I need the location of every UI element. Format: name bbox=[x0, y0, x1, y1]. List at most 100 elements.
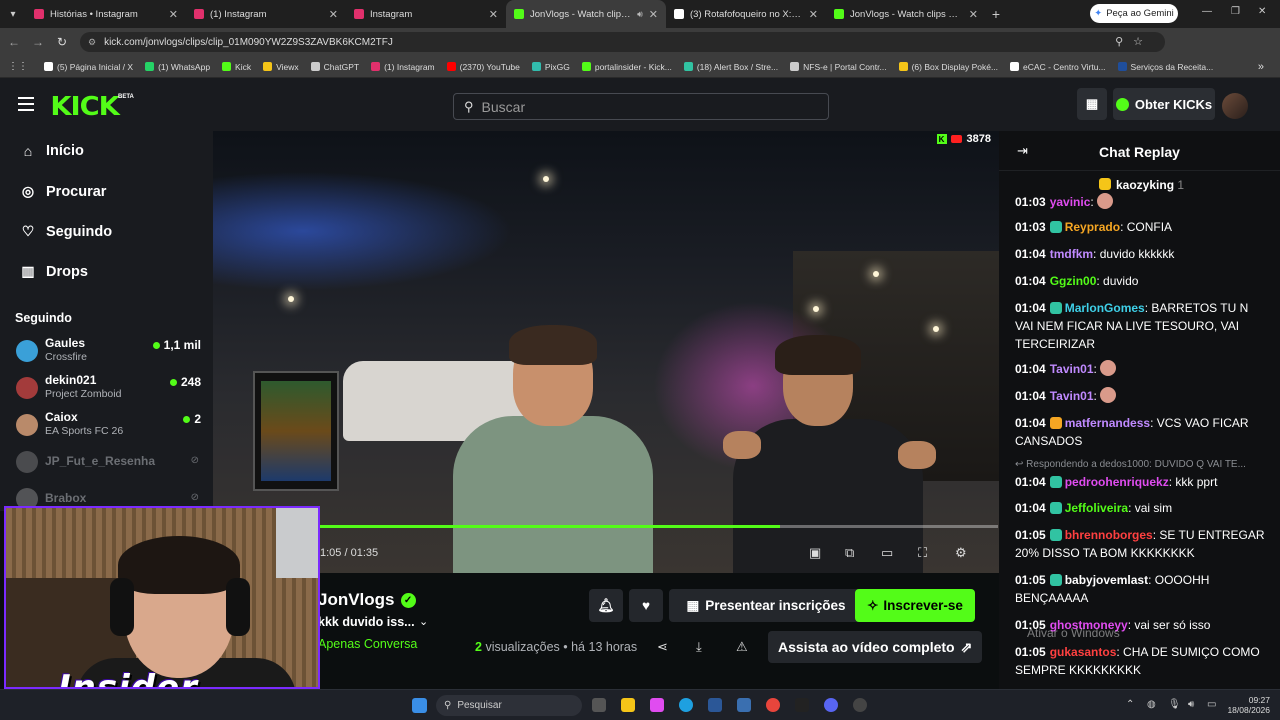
chat-username[interactable]: tmdfkm bbox=[1050, 247, 1093, 261]
bookmark-item[interactable]: (2370) YouTube bbox=[446, 62, 520, 72]
bookmark-item[interactable]: ChatGPT bbox=[310, 62, 359, 72]
back-button[interactable]: ← bbox=[2, 35, 26, 49]
close-tab-icon[interactable]: ✕ bbox=[649, 8, 658, 21]
copilot-icon[interactable] bbox=[650, 698, 664, 712]
chat-username[interactable]: babyjovemlast bbox=[1065, 573, 1148, 587]
minimize-button[interactable]: — bbox=[1202, 6, 1212, 17]
browser-tab[interactable]: (1) Instagram ✕ bbox=[186, 0, 346, 28]
chat-username[interactable]: Reyprado bbox=[1065, 220, 1120, 234]
bookmark-item[interactable]: eCAC - Centro Virtu... bbox=[1010, 62, 1106, 72]
store-icon[interactable] bbox=[708, 698, 722, 712]
sidebar-nav-item[interactable]: ⌂ Início bbox=[20, 143, 84, 159]
bookmark-item[interactable]: portalinsider - Kick... bbox=[581, 62, 672, 72]
chat-username[interactable]: Tavin01 bbox=[1050, 389, 1094, 403]
settings-icon[interactable]: ⚙ bbox=[955, 545, 967, 561]
video-player[interactable]: K 3878 1:05 / 01:35 ▣ ⧉ ▭ ⛶ ⚙ bbox=[213, 131, 999, 573]
browser-tab[interactable]: Instagram ✕ bbox=[346, 0, 506, 28]
edge-icon[interactable] bbox=[679, 698, 693, 712]
clip-category[interactable]: Apenas Conversa bbox=[318, 637, 417, 651]
bookmark-item[interactable]: (1) WhatsApp bbox=[145, 62, 210, 72]
chrome-icon[interactable] bbox=[766, 698, 780, 712]
chat-username[interactable]: pedroohenriquekz bbox=[1065, 475, 1169, 489]
more-bookmarks-icon[interactable]: » bbox=[1258, 61, 1264, 73]
close-tab-icon[interactable]: ✕ bbox=[969, 8, 978, 21]
sidebar-nav-item[interactable]: ▥ Drops bbox=[20, 263, 88, 280]
network-icon[interactable]: ◍ bbox=[1147, 699, 1156, 710]
chat-username[interactable]: yavinic bbox=[1050, 195, 1091, 209]
chat-username[interactable]: gukasantos bbox=[1050, 645, 1117, 659]
video-progress-bar[interactable] bbox=[318, 525, 998, 528]
chat-username[interactable]: bhrennoborges bbox=[1065, 528, 1153, 542]
bookmark-item[interactable]: Kick bbox=[222, 62, 251, 72]
tray-chevron-icon[interactable]: ⌃ bbox=[1126, 699, 1134, 710]
close-tab-icon[interactable]: ✕ bbox=[489, 8, 498, 21]
task-view-icon[interactable] bbox=[592, 698, 606, 712]
close-tab-icon[interactable]: ✕ bbox=[169, 8, 178, 21]
pinned-gifter[interactable]: kaozyking 1 bbox=[1099, 178, 1184, 192]
bookmark-item[interactable]: (6) Box Display Poké... bbox=[898, 62, 998, 72]
followed-channel[interactable]: Caiox EA Sports FC 26 2 bbox=[16, 410, 201, 446]
windows-start-icon[interactable] bbox=[412, 698, 427, 713]
kick-logo[interactable]: KICK bbox=[50, 92, 119, 122]
reload-button[interactable]: ↻ bbox=[50, 35, 74, 49]
obs-icon[interactable] bbox=[853, 698, 867, 712]
browser-tab[interactable]: JonVlogs - Watch clips on Kick ✕ bbox=[826, 0, 986, 28]
mail-icon[interactable] bbox=[737, 698, 751, 712]
chat-username[interactable]: Jeffoliveira bbox=[1065, 501, 1128, 515]
gemini-button[interactable]: ✦ Peça ao Gemini bbox=[1090, 4, 1178, 23]
chat-username[interactable]: MarlonGomes bbox=[1065, 301, 1145, 315]
file-explorer-icon[interactable] bbox=[621, 698, 635, 712]
subscribe-button[interactable]: ✧ Inscrever-se bbox=[855, 589, 975, 622]
forward-button[interactable]: → bbox=[26, 35, 50, 49]
captions-icon[interactable]: ▭ bbox=[881, 545, 893, 561]
browser-tab[interactable]: (3) Rotafofoqueiro no X: " Be ✕ bbox=[666, 0, 826, 28]
capcut-icon[interactable] bbox=[795, 698, 809, 712]
report-icon[interactable]: ⚠ bbox=[736, 639, 748, 655]
taskbar-clock[interactable]: 09:27 18/08/2026 bbox=[1222, 695, 1270, 715]
pip-icon[interactable]: ⧉ bbox=[845, 545, 854, 561]
browse-layout-button[interactable]: ▦ bbox=[1077, 88, 1107, 120]
speaker-icon[interactable]: 🔊︎ bbox=[1188, 699, 1194, 710]
battery-icon[interactable]: ▭ bbox=[1207, 699, 1216, 710]
hamburger-menu-icon[interactable] bbox=[18, 97, 34, 111]
sidebar-nav-item[interactable]: ◎ Procurar bbox=[20, 183, 107, 200]
zoom-and-star-icons[interactable]: ⚲☆ bbox=[1115, 35, 1153, 48]
close-tab-icon[interactable]: ✕ bbox=[809, 8, 818, 21]
bookmark-item[interactable]: NFS-e | Portal Contr... bbox=[790, 62, 887, 72]
bookmark-item[interactable]: (1) Instagram bbox=[371, 62, 435, 72]
chat-username[interactable]: matfernandess bbox=[1065, 416, 1150, 430]
channel-name[interactable]: JonVlogs ✓ bbox=[318, 590, 416, 610]
bookmark-item[interactable]: Serviços da Receita... bbox=[1117, 62, 1213, 72]
sidebar-nav-item[interactable]: ♡ Seguindo bbox=[20, 223, 112, 240]
chat-username[interactable]: Ggzin00 bbox=[1050, 274, 1097, 288]
close-tab-icon[interactable]: ✕ bbox=[329, 8, 338, 21]
tab-search-icon[interactable]: ▾ bbox=[0, 9, 26, 20]
followed-channel[interactable]: JP_Fut_e_Resenha ⊘ bbox=[16, 447, 201, 483]
chat-username[interactable]: Tavin01 bbox=[1050, 362, 1094, 376]
browser-tab[interactable]: Histórias • Instagram ✕ bbox=[26, 0, 186, 28]
notifications-button[interactable]: 🔔︎ bbox=[589, 589, 623, 622]
site-info-icon[interactable]: ⚙ bbox=[88, 37, 96, 48]
maximize-button[interactable]: ❐ bbox=[1231, 6, 1240, 17]
bookmark-item[interactable]: PixGG bbox=[531, 62, 570, 72]
download-icon[interactable]: ⤓ bbox=[696, 639, 702, 655]
bookmark-item[interactable]: (18) Alert Box / Stre... bbox=[683, 62, 778, 72]
user-avatar[interactable] bbox=[1222, 93, 1248, 119]
search-input[interactable]: ⚲ Buscar bbox=[453, 93, 829, 120]
browser-tab[interactable]: JonVlogs - Watch clips on K 🔊︎ ✕ bbox=[506, 0, 666, 28]
fullscreen-icon[interactable]: ⛶ bbox=[918, 545, 927, 561]
gift-subs-button[interactable]: ▦ Presentear inscrições bbox=[669, 589, 863, 622]
share-icon[interactable]: ⋖ bbox=[657, 639, 668, 655]
bookmark-item[interactable]: Viewx bbox=[263, 62, 299, 72]
follow-button[interactable]: ♥ bbox=[629, 589, 663, 622]
chevron-down-icon[interactable]: ⌄ bbox=[419, 615, 428, 628]
new-tab-button[interactable]: + bbox=[986, 6, 1006, 22]
taskbar-search[interactable]: ⚲ Pesquisar bbox=[436, 695, 582, 716]
get-kicks-button[interactable]: Obter KICKs bbox=[1113, 88, 1215, 120]
apps-icon[interactable]: ⋮⋮ bbox=[8, 61, 28, 72]
speaker-icon[interactable]: 🔊︎ bbox=[637, 9, 643, 20]
followed-channel[interactable]: Gaules Crossfire 1,1 mil bbox=[16, 336, 201, 372]
mic-icon[interactable]: 🎙︎ bbox=[1168, 699, 1181, 710]
discord-icon[interactable] bbox=[824, 698, 838, 712]
theater-mode-icon[interactable]: ▣ bbox=[809, 545, 821, 561]
